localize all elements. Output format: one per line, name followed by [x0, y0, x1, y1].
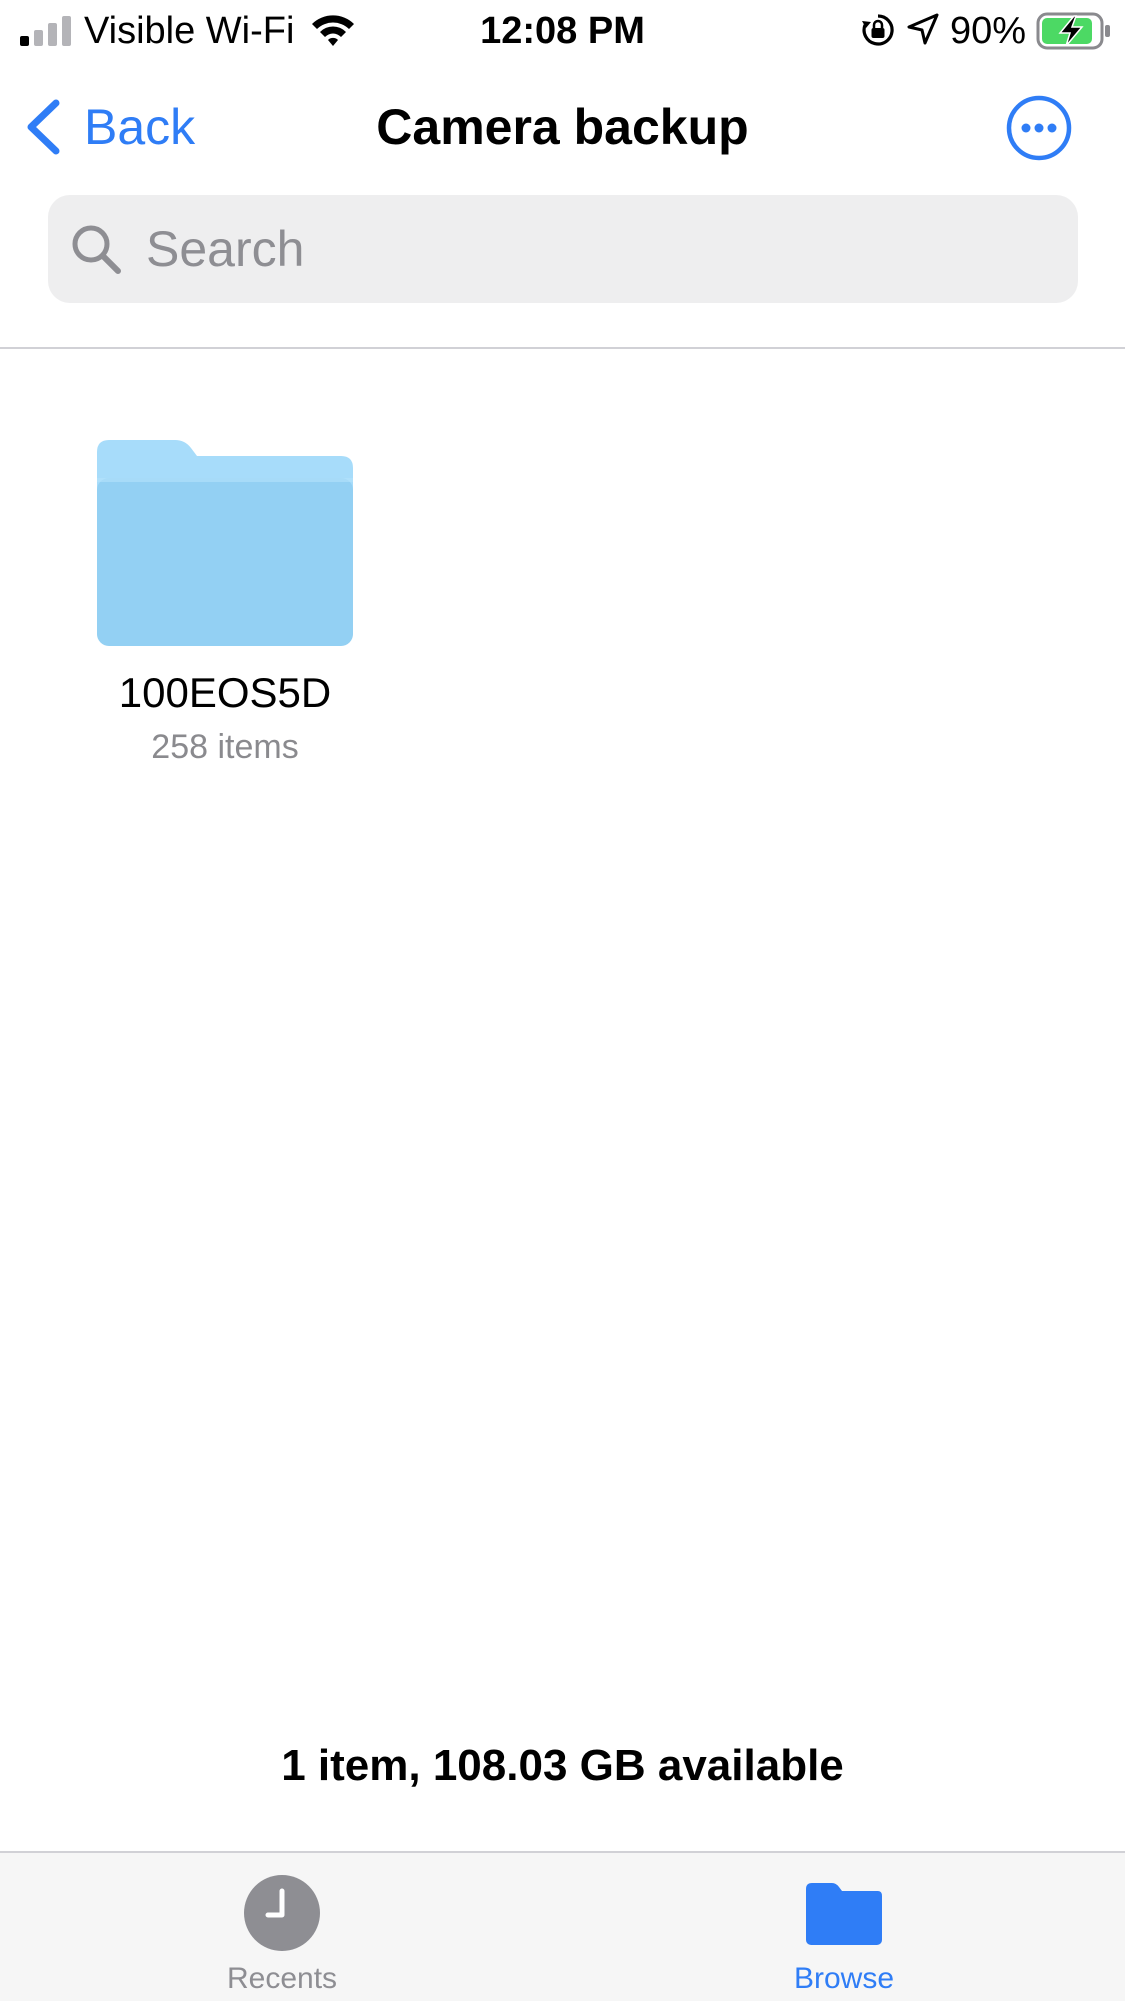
tab-recents[interactable]: Recents: [162, 1873, 402, 1997]
tab-label: Browse: [793, 1962, 895, 1995]
folder-icon: [97, 440, 353, 646]
tab-label: Recents: [226, 1962, 338, 1995]
back-label: Back: [84, 99, 196, 155]
chevron-left-icon: [27, 99, 60, 155]
tab-bar: Recents Browse: [0, 1851, 1125, 2001]
divider: [0, 347, 1125, 349]
location-arrow-icon: [907, 13, 939, 45]
folder-icon: [806, 1883, 882, 1945]
folder-name: 100EOS5D: [118, 669, 332, 716]
clock-icon: [244, 1875, 320, 1951]
ellipsis-circle-icon[interactable]: [1006, 95, 1072, 161]
orientation-lock-icon: [862, 14, 894, 46]
folder-item[interactable]: 100EOS5D 258 items: [90, 440, 360, 768]
search-icon: [72, 225, 121, 274]
tab-browse[interactable]: Browse: [724, 1873, 964, 1997]
back-button[interactable]: Back: [22, 92, 195, 162]
battery-percent: 90%: [950, 10, 1027, 52]
folder-item-count: 258 items: [151, 728, 299, 766]
search-field[interactable]: [48, 195, 1078, 303]
search-input[interactable]: [146, 220, 1026, 278]
status-bar: Visible Wi-Fi 12:08 PM 90%: [0, 0, 1125, 62]
storage-summary: 1 item, 108.03 GB available: [281, 1741, 844, 1790]
battery-icon: [1036, 12, 1110, 50]
